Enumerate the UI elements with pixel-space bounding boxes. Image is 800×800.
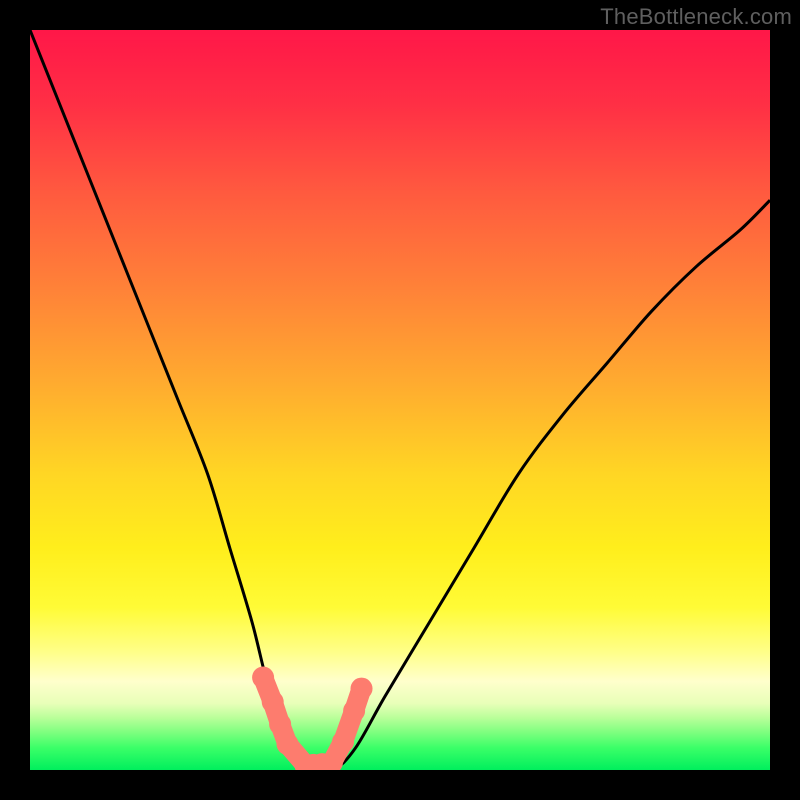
marker-dot bbox=[343, 700, 365, 722]
chart-svg bbox=[30, 30, 770, 770]
marker-dot bbox=[332, 731, 354, 753]
chart-frame: TheBottleneck.com bbox=[0, 0, 800, 800]
marker-group bbox=[252, 667, 372, 771]
bottleneck-curve bbox=[30, 30, 770, 770]
marker-dot bbox=[351, 678, 373, 700]
curve-right-branch bbox=[311, 200, 770, 770]
curve-left-branch bbox=[30, 30, 333, 770]
watermark-text: TheBottleneck.com bbox=[600, 4, 792, 30]
marker-dot bbox=[252, 667, 274, 689]
plot-area bbox=[30, 30, 770, 770]
marker-dot bbox=[269, 713, 291, 735]
marker-dot bbox=[277, 733, 299, 755]
marker-dot bbox=[262, 691, 284, 713]
